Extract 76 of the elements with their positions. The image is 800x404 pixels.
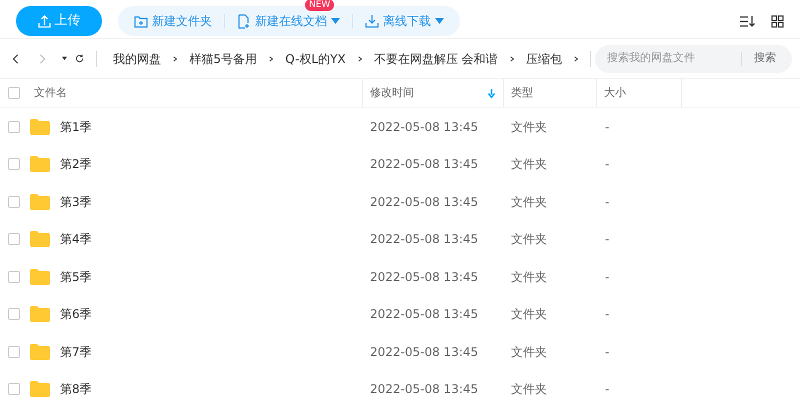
breadcrumb-link[interactable]: 压缩包: [526, 50, 562, 68]
size-cell-text: -: [604, 118, 610, 136]
download-icon: [365, 14, 379, 28]
row-checkbox[interactable]: [8, 120, 20, 133]
folder-icon: [30, 306, 50, 322]
type-cell-text: 文件夹: [510, 306, 548, 324]
sort-icon[interactable]: [739, 14, 755, 28]
file-name[interactable]: 第1季: [60, 118, 92, 136]
column-header[interactable]: 类型: [511, 84, 533, 102]
chevron-icon: [358, 54, 362, 62]
forward-icon[interactable]: [39, 52, 46, 66]
file-name[interactable]: 第2季: [60, 155, 92, 174]
folder-icon: [30, 344, 50, 360]
file-name[interactable]: 第8季: [60, 380, 92, 398]
type-cell-text: 文件夹: [510, 381, 548, 398]
size-cell-text: -: [604, 306, 610, 324]
row-checkbox[interactable]: [8, 158, 20, 170]
upload-icon: [38, 14, 50, 28]
back-icon[interactable]: [12, 52, 20, 66]
search-button[interactable]: 搜索: [742, 50, 788, 67]
file-name[interactable]: 第5季: [60, 268, 92, 286]
folder-icon: [30, 156, 50, 172]
breadcrumb-link[interactable]: 样猫5号备用: [189, 50, 258, 68]
modified-cell-text: 2022-05-08 13:45: [369, 156, 480, 174]
modified-cell-text: 2022-05-08 13:45: [369, 306, 480, 324]
size-cell-text: -: [604, 194, 610, 211]
column-header[interactable]: 修改时间: [370, 84, 414, 102]
folder-icon: [30, 118, 50, 135]
chevron-icon: [510, 54, 514, 62]
new-badge: NEW: [305, 0, 334, 11]
new-document-icon: [237, 14, 251, 28]
size-cell-text: -: [604, 381, 610, 398]
grid-view-icon[interactable]: [771, 14, 784, 28]
history-caret-icon[interactable]: [62, 56, 68, 61]
modified-cell-text: 2022-05-08 13:45: [369, 231, 480, 248]
type-cell-text: 文件夹: [510, 156, 548, 174]
row-checkbox[interactable]: [8, 196, 20, 208]
chevron-icon: [173, 54, 178, 62]
chevron-icon: [574, 54, 578, 62]
chevron-icon: [269, 54, 274, 62]
size-cell-text: -: [604, 344, 610, 361]
size-cell-text: -: [604, 268, 610, 286]
search-field[interactable]: 搜索我的网盘文件 搜索: [594, 44, 792, 72]
type-cell-text: 文件夹: [510, 231, 548, 248]
breadcrumb-link[interactable]: 我的网盘: [113, 50, 162, 68]
select-all-checkbox[interactable]: [8, 87, 20, 99]
row-checkbox[interactable]: [8, 346, 20, 358]
modified-cell-text: 2022-05-08 13:45: [369, 194, 480, 211]
column-header[interactable]: 文件名: [34, 84, 67, 102]
modified-cell-text: 2022-05-08 13:45: [369, 118, 480, 136]
file-name[interactable]: 第7季: [60, 342, 92, 361]
breadcrumb-link[interactable]: Q-权L的YX: [285, 50, 346, 68]
modified-cell-text: 2022-05-08 13:45: [369, 268, 480, 286]
type-cell-text: 文件夹: [510, 268, 548, 286]
folder-icon: [30, 268, 50, 285]
row-checkbox[interactable]: [8, 270, 20, 283]
type-cell-text: 文件夹: [510, 194, 548, 211]
row-checkbox[interactable]: [8, 383, 20, 396]
file-name[interactable]: 第4季: [60, 230, 92, 248]
folder-icon: [30, 194, 50, 210]
refresh-icon[interactable]: [75, 52, 84, 65]
size-cell-text: -: [604, 231, 610, 248]
new-folder-icon: [134, 14, 148, 28]
column-header[interactable]: 大小: [604, 84, 626, 102]
breadcrumb-link[interactable]: 不要在网盘解压 会和谐: [374, 50, 498, 68]
row-checkbox[interactable]: [8, 308, 20, 320]
folder-icon: [30, 381, 50, 398]
file-name[interactable]: 第6季: [60, 305, 92, 324]
type-cell-text: 文件夹: [510, 344, 548, 361]
file-name[interactable]: 第3季: [60, 192, 92, 211]
size-cell-text: -: [604, 156, 610, 174]
type-cell-text: 文件夹: [510, 118, 548, 136]
row-checkbox[interactable]: [8, 233, 20, 246]
folder-icon: [30, 231, 50, 248]
modified-cell-text: 2022-05-08 13:45: [369, 344, 480, 361]
modified-cell-text: 2022-05-08 13:45: [369, 381, 480, 398]
